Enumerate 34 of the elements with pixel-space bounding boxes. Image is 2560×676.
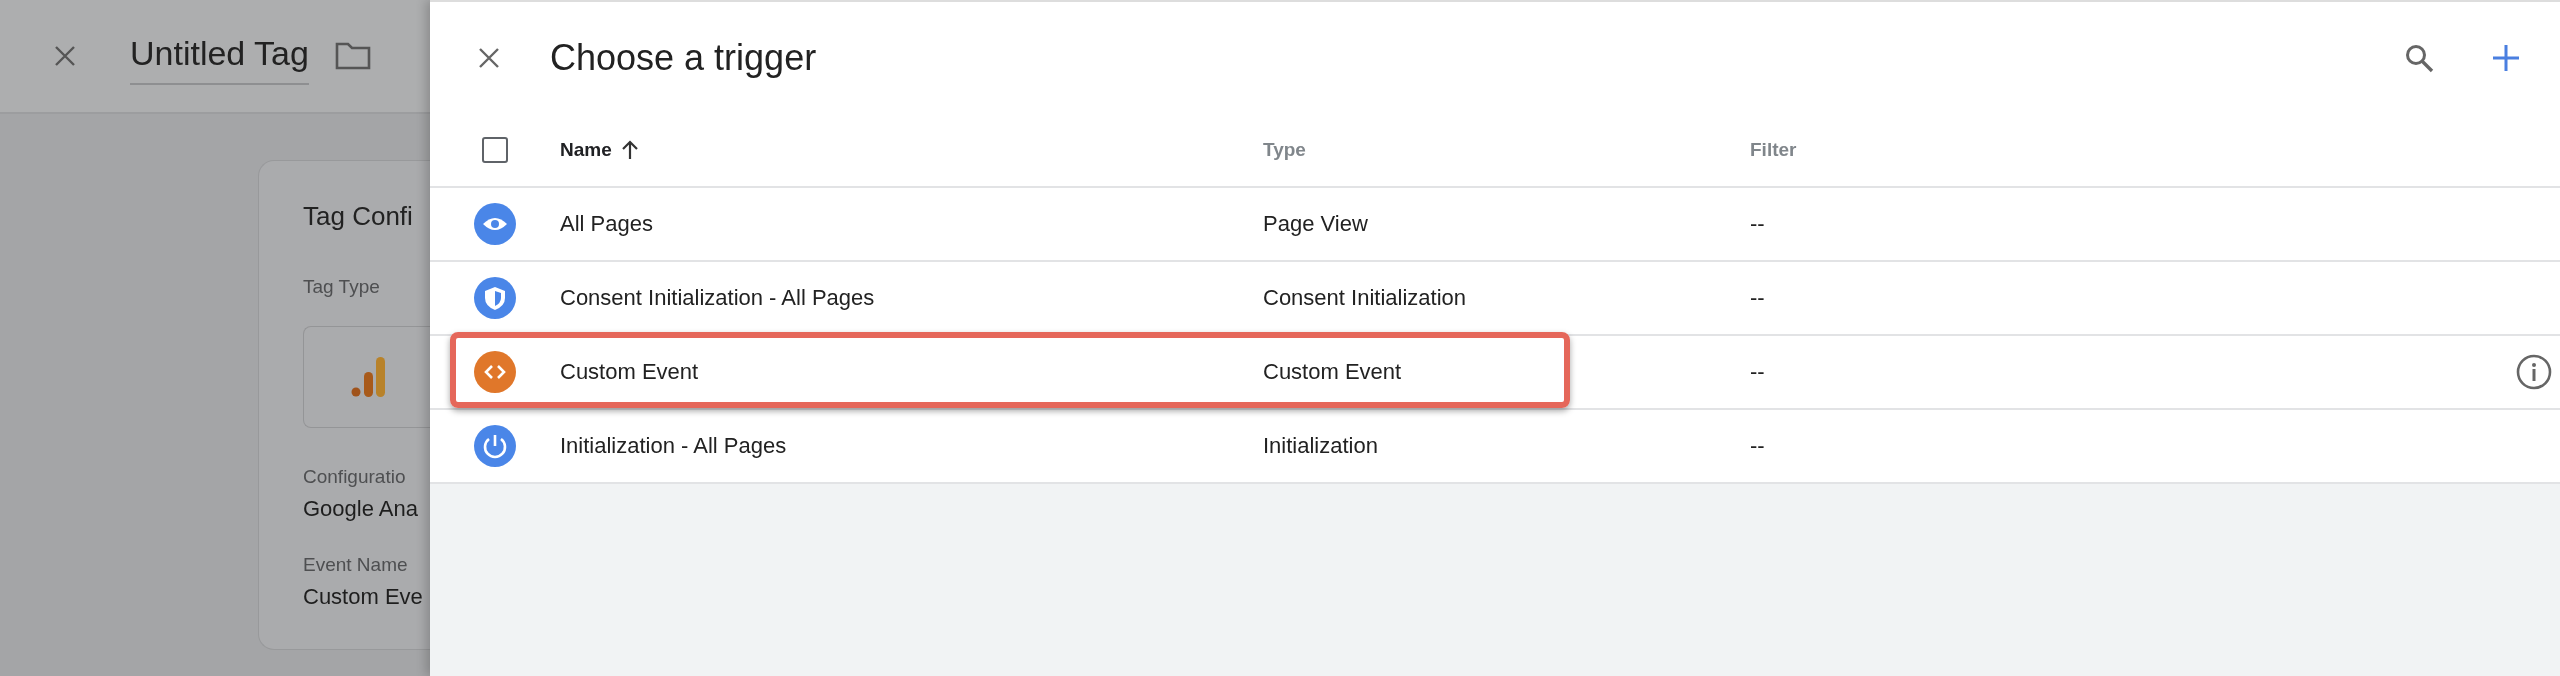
search-icon[interactable]: [2404, 43, 2434, 73]
trigger-name: All Pages: [560, 211, 654, 237]
trigger-row[interactable]: Consent Initialization - All Pages Consent Initialization --: [430, 262, 2560, 336]
trigger-type: Page View: [1263, 211, 1369, 237]
trigger-name: Initialization - All Pages: [560, 433, 788, 459]
column-header[interactable]: Filter: [1750, 139, 1797, 161]
field-value: Google Ana: [303, 496, 418, 522]
panel-title: Choose a trigger: [550, 37, 817, 79]
sort-arrow-icon[interactable]: [621, 140, 638, 160]
field-value: Custom Eve: [303, 584, 423, 610]
card-heading: Tag Confi: [303, 201, 413, 232]
trigger-filter: --: [1750, 359, 1766, 385]
folder-icon[interactable]: [334, 41, 371, 71]
select-all-checkbox[interactable]: [482, 137, 508, 163]
field-label: Event Name: [303, 554, 408, 576]
field-label: Tag Type: [303, 276, 380, 298]
trigger-row[interactable]: Custom Event Custom Event --: [430, 336, 2560, 410]
column-header[interactable]: Name: [560, 139, 612, 161]
column-header[interactable]: Type: [1263, 139, 1306, 161]
close-icon[interactable]: [54, 45, 76, 67]
close-icon[interactable]: [478, 47, 500, 69]
trigger-filter: --: [1750, 211, 1766, 237]
bar-chart-icon: [351, 356, 385, 398]
trigger-type: Initialization: [1263, 433, 1379, 459]
trigger-name: Consent Initialization - All Pages: [560, 285, 876, 311]
trigger-type: Custom Event: [1263, 359, 1403, 385]
trigger-filter: --: [1750, 285, 1766, 311]
info-icon[interactable]: [2516, 354, 2552, 390]
add-icon[interactable]: [2492, 44, 2520, 72]
field-label: Configuratio: [303, 466, 406, 488]
trigger-name: Custom Event: [560, 359, 700, 385]
trigger-type: Consent Initialization: [1263, 285, 1467, 311]
trigger-row[interactable]: All Pages Page View --: [430, 188, 2560, 262]
trigger-filter: --: [1750, 433, 1766, 459]
